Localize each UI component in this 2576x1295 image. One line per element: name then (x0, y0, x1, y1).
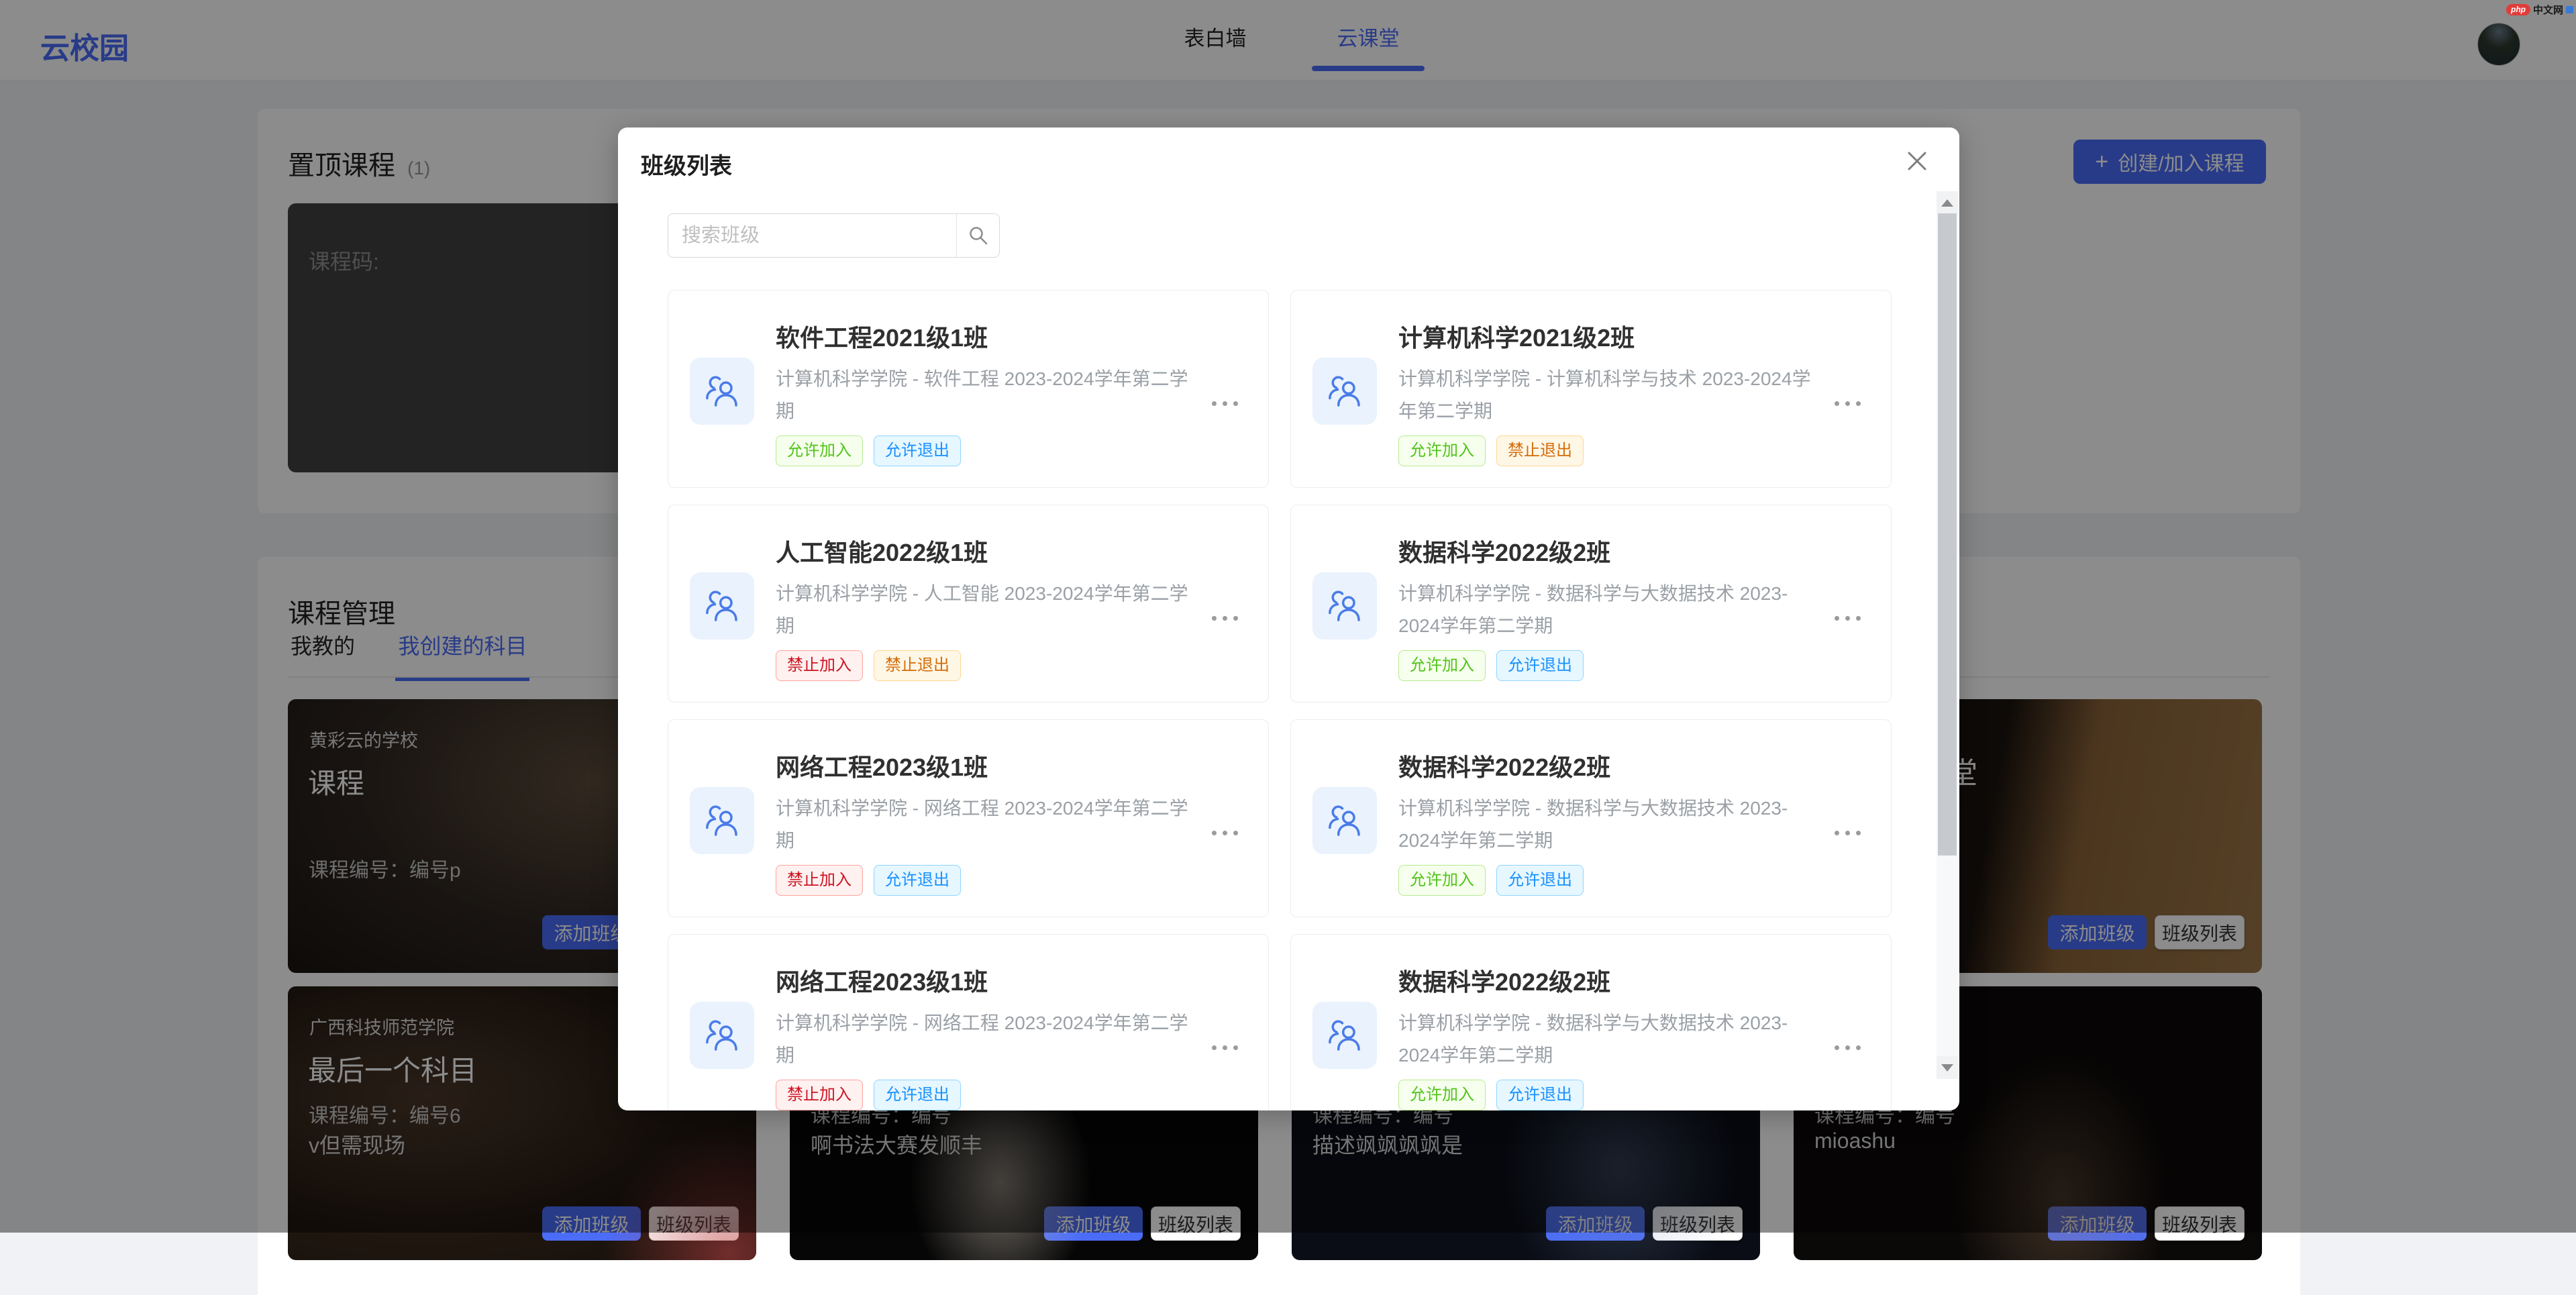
class-search (668, 213, 1000, 258)
more-actions-icon[interactable] (1824, 819, 1871, 846)
quit-policy-tag: 允许退出 (1496, 1080, 1584, 1110)
search-input[interactable] (668, 214, 956, 257)
class-card[interactable]: 数据科学2022级2班 计算机科学学院 - 数据科学与大数据技术 2023-20… (1290, 934, 1892, 1110)
scroll-up-icon[interactable] (1937, 191, 1958, 214)
team-icon (1326, 587, 1363, 625)
team-icon (703, 372, 741, 410)
class-name: 人工智能2022级1班 (776, 533, 988, 568)
join-policy-tag: 允许加入 (1398, 865, 1486, 896)
site-watermark: php 中文网 (2506, 3, 2573, 17)
class-name: 数据科学2022级2班 (1398, 533, 1610, 568)
more-actions-icon[interactable] (1201, 819, 1248, 846)
team-icon (1326, 372, 1363, 410)
class-name: 数据科学2022级2班 (1398, 748, 1610, 783)
class-avatar (1312, 358, 1377, 425)
watermark-text: 中文网 (2533, 3, 2563, 17)
team-icon (703, 1017, 741, 1054)
search-button[interactable] (956, 214, 999, 257)
scrollbar-thumb[interactable] (1938, 213, 1957, 856)
class-tags: 允许加入 允许退出 (776, 435, 961, 466)
class-name: 计算机科学2021级2班 (1398, 319, 1635, 354)
class-desc: 计算机科学学院 - 人工智能 2023-2024学年第二学期 (776, 578, 1192, 642)
team-icon (1326, 1017, 1363, 1054)
class-avatar (690, 358, 754, 425)
join-policy-tag: 禁止加入 (776, 865, 863, 896)
class-desc: 计算机科学学院 - 软件工程 2023-2024学年第二学期 (776, 363, 1192, 427)
search-icon (968, 225, 989, 246)
class-avatar (1312, 572, 1377, 639)
join-policy-tag: 允许加入 (776, 435, 863, 466)
more-actions-icon[interactable] (1201, 605, 1248, 631)
class-avatar (1312, 787, 1377, 854)
quit-policy-tag: 禁止退出 (874, 650, 961, 681)
class-tags: 禁止加入 禁止退出 (776, 650, 961, 681)
join-policy-tag: 允许加入 (1398, 1080, 1486, 1110)
class-avatar (690, 787, 754, 854)
more-actions-icon[interactable] (1824, 390, 1871, 417)
join-policy-tag: 允许加入 (1398, 435, 1486, 466)
class-desc: 计算机科学学院 - 数据科学与大数据技术 2023-2024学年第二学期 (1398, 1007, 1814, 1072)
team-icon (1326, 802, 1363, 839)
quit-policy-tag: 允许退出 (874, 435, 961, 466)
modal-scrollbar (1937, 191, 1958, 1079)
class-card[interactable]: 网络工程2023级1班 计算机科学学院 - 网络工程 2023-2024学年第二… (668, 934, 1269, 1110)
class-tags: 允许加入 禁止退出 (1398, 435, 1584, 466)
class-tags: 允许加入 允许退出 (1398, 865, 1584, 896)
close-icon[interactable] (1901, 145, 1933, 177)
modal-title: 班级列表 (641, 148, 732, 180)
quit-policy-tag: 允许退出 (1496, 650, 1584, 681)
class-desc: 计算机科学学院 - 数据科学与大数据技术 2023-2024学年第二学期 (1398, 792, 1814, 857)
more-actions-icon[interactable] (1824, 1034, 1871, 1061)
php-logo-badge: php (2506, 4, 2530, 15)
quit-policy-tag: 允许退出 (874, 1080, 961, 1110)
class-avatar (690, 1002, 754, 1069)
class-tags: 禁止加入 允许退出 (776, 865, 961, 896)
class-desc: 计算机科学学院 - 网络工程 2023-2024学年第二学期 (776, 1007, 1192, 1072)
class-avatar (690, 572, 754, 639)
team-icon (703, 802, 741, 839)
team-icon (703, 587, 741, 625)
class-desc: 计算机科学学院 - 计算机科学与技术 2023-2024学年第二学期 (1398, 363, 1814, 427)
class-name: 软件工程2021级1班 (776, 319, 988, 354)
more-actions-icon[interactable] (1201, 1034, 1248, 1061)
more-actions-icon[interactable] (1201, 390, 1248, 417)
class-avatar (1312, 1002, 1377, 1069)
class-name: 网络工程2023级1班 (776, 963, 988, 998)
join-policy-tag: 禁止加入 (776, 1080, 863, 1110)
join-policy-tag: 允许加入 (1398, 650, 1486, 681)
class-card[interactable]: 数据科学2022级2班 计算机科学学院 - 数据科学与大数据技术 2023-20… (1290, 505, 1892, 703)
scroll-down-icon[interactable] (1937, 1056, 1958, 1079)
watermark-square (2566, 6, 2573, 13)
quit-policy-tag: 允许退出 (1496, 865, 1584, 896)
class-card[interactable]: 网络工程2023级1班 计算机科学学院 - 网络工程 2023-2024学年第二… (668, 719, 1269, 917)
class-card[interactable]: 数据科学2022级2班 计算机科学学院 - 数据科学与大数据技术 2023-20… (1290, 719, 1892, 917)
quit-policy-tag: 禁止退出 (1496, 435, 1584, 466)
class-desc: 计算机科学学院 - 数据科学与大数据技术 2023-2024学年第二学期 (1398, 578, 1814, 642)
class-tags: 禁止加入 允许退出 (776, 1080, 961, 1110)
more-actions-icon[interactable] (1824, 605, 1871, 631)
class-desc: 计算机科学学院 - 网络工程 2023-2024学年第二学期 (776, 792, 1192, 857)
join-policy-tag: 禁止加入 (776, 650, 863, 681)
class-card[interactable]: 人工智能2022级1班 计算机科学学院 - 人工智能 2023-2024学年第二… (668, 505, 1269, 703)
class-card[interactable]: 计算机科学2021级2班 计算机科学学院 - 计算机科学与技术 2023-202… (1290, 290, 1892, 488)
class-list-modal: 班级列表 软件工程2021级1班 计算机科学学院 - 软件工程 2023-202… (618, 127, 1959, 1110)
class-card[interactable]: 软件工程2021级1班 计算机科学学院 - 软件工程 2023-2024学年第二… (668, 290, 1269, 488)
class-tags: 允许加入 允许退出 (1398, 650, 1584, 681)
quit-policy-tag: 允许退出 (874, 865, 961, 896)
class-tags: 允许加入 允许退出 (1398, 1080, 1584, 1110)
class-name: 网络工程2023级1班 (776, 748, 988, 783)
class-name: 数据科学2022级2班 (1398, 963, 1610, 998)
